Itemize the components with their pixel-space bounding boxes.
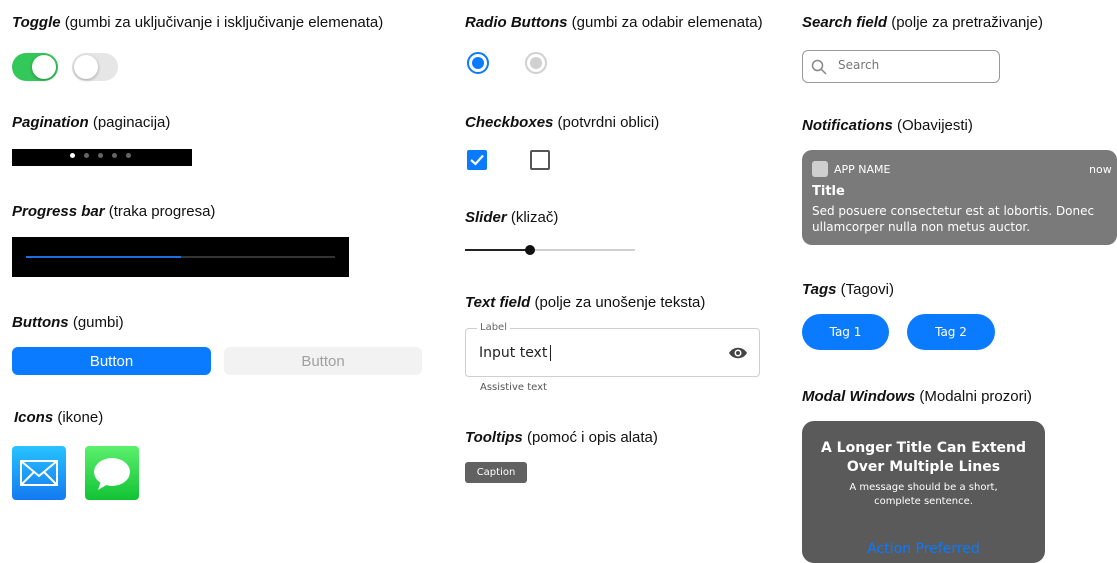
modal-heading: Modal Windows (Modalni prozori): [802, 388, 1032, 405]
notification-body: Sed posuere consectetur est at lobortis.…: [812, 204, 1095, 234]
toggle-switch-on[interactable]: [12, 53, 58, 81]
toggle-switch-off[interactable]: [72, 53, 118, 81]
page-dot[interactable]: [126, 153, 131, 158]
tag-1[interactable]: Tag 1: [802, 314, 889, 350]
messages-icon[interactable]: [85, 446, 139, 500]
search-input[interactable]: [836, 57, 990, 73]
notification-card[interactable]: APP NAME now Title Sed posuere consectet…: [802, 150, 1117, 245]
checkbox-checked[interactable]: [467, 150, 487, 170]
search-icon: [811, 59, 827, 75]
slider-fill: [465, 249, 530, 251]
textfield-heading: Text field (polje za unošenje teksta): [465, 294, 706, 311]
radio-button-disabled[interactable]: [525, 52, 547, 74]
notification-app-name: APP NAME: [834, 163, 891, 176]
page-dot[interactable]: [98, 153, 103, 158]
modal-message: A message should be a short, complete se…: [849, 482, 998, 507]
progress-heading: Progress bar (traka progresa): [12, 203, 216, 220]
pagination-heading: Pagination (paginacija): [12, 114, 171, 131]
page-dot[interactable]: [112, 153, 117, 158]
slider-thumb[interactable]: [525, 245, 535, 255]
app-icon: [812, 161, 828, 177]
checkbox-unchecked[interactable]: [530, 150, 550, 170]
notification-title: Title: [812, 184, 845, 199]
notification-time: now: [1089, 163, 1112, 176]
modal-action-button[interactable]: Action Preferred: [802, 541, 1045, 557]
pagination-control[interactable]: [12, 149, 192, 166]
buttons-heading: Buttons (gumbi): [12, 314, 124, 331]
mail-icon[interactable]: [12, 446, 66, 500]
text-field-value[interactable]: Input text: [479, 345, 556, 361]
radio-heading: Radio Buttons (gumbi za odabir elemenata…: [465, 14, 763, 31]
page-dot[interactable]: [84, 153, 89, 158]
toggle-heading: Toggle (gumbi za uključivanje i isključi…: [12, 14, 384, 31]
tooltip-caption: Caption: [465, 462, 527, 483]
primary-button[interactable]: Button: [12, 347, 211, 375]
eye-icon[interactable]: [728, 345, 748, 361]
slider-heading: Slider (klizač): [465, 209, 559, 226]
checkmark-icon: [470, 154, 484, 166]
search-field[interactable]: [802, 50, 1000, 83]
progress-fill: [26, 256, 181, 258]
text-field[interactable]: Label Input text: [465, 322, 760, 377]
assistive-text: Assistive text: [480, 382, 547, 393]
tags-heading: Tags (Tagovi): [802, 281, 894, 298]
modal-title: A Longer Title Can Extend Over Multiple …: [820, 440, 1027, 475]
tag-2[interactable]: Tag 2: [907, 314, 995, 350]
checkboxes-heading: Checkboxes (potvrdni oblici): [465, 114, 660, 131]
page-dot-active[interactable]: [70, 153, 75, 158]
progress-bar: [12, 237, 349, 277]
text-field-label: Label: [477, 322, 510, 333]
icons-heading: Icons (ikone): [14, 409, 104, 426]
search-heading: Search field (polje za pretraživanje): [802, 14, 1043, 31]
notifications-heading: Notifications (Obavijesti): [802, 117, 973, 134]
modal-window: A Longer Title Can Extend Over Multiple …: [802, 421, 1045, 563]
radio-button-selected[interactable]: [467, 52, 489, 74]
disabled-button[interactable]: Button: [224, 347, 422, 375]
tooltips-heading: Tooltips (pomoć i opis alata): [465, 429, 658, 446]
